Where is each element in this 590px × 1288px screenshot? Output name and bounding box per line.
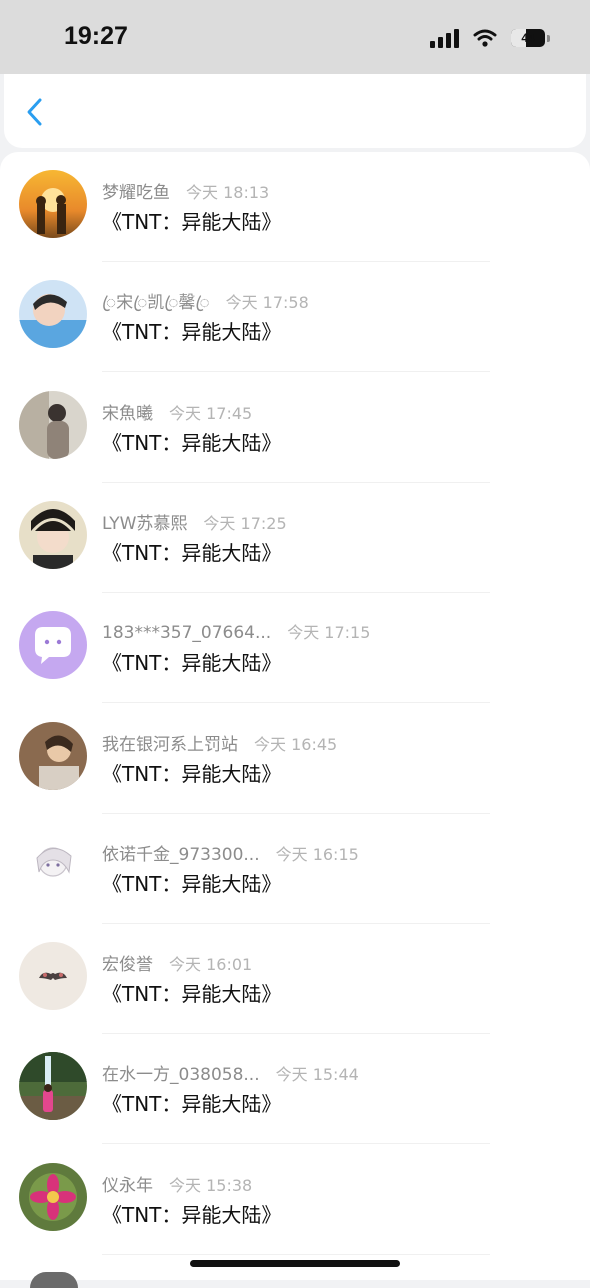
timestamp: 今天 17:58 <box>225 293 309 313</box>
user-name[interactable]: 仪永年 <box>102 1171 153 1196</box>
user-name[interactable]: LYW苏慕熙 <box>102 509 187 534</box>
list-item[interactable]: 我在银河系上罚站 今天 16:45 《TNT：异能大陆》 <box>0 704 590 814</box>
timestamp: 今天 17:45 <box>169 403 253 423</box>
timestamp: 今天 15:38 <box>169 1175 253 1195</box>
timestamp: 今天 15:44 <box>275 1065 359 1085</box>
item-meta: 宋魚曦 今天 17:45 <box>102 399 252 424</box>
message-text: 《TNT：异能大陆》 <box>102 982 282 1007</box>
avatar[interactable] <box>19 170 87 238</box>
user-name[interactable]: 在水一方_038058... <box>102 1060 260 1085</box>
timestamp: 今天 17:15 <box>287 623 371 643</box>
status-bar: 19:27 44 <box>0 0 590 74</box>
avatar[interactable] <box>19 942 87 1011</box>
avatar[interactable] <box>19 1052 87 1121</box>
item-meta: 宏俊誉 今天 16:01 <box>102 950 252 975</box>
item-meta: 我在银河系上罚站 今天 16:45 <box>102 730 337 755</box>
comment-list: 梦耀吃鱼 今天 18:13 《TNT：异能大陆》ꦿ宋ꦿ凯ꦿ馨ꦿ 今天 17:58 《TN… <box>0 152 590 1280</box>
message-text: 《TNT：异能大陆》 <box>102 540 282 565</box>
list-item[interactable]: 依诺千金_973300... 今天 16:15 《TNT：异能大陆》 <box>0 814 590 924</box>
wifi-icon <box>473 29 497 47</box>
list-item[interactable]: 在水一方_038058... 今天 15:44 《TNT：异能大陆》 <box>0 1034 590 1145</box>
battery-cap <box>547 34 550 42</box>
timestamp: 今天 16:45 <box>254 734 338 754</box>
avatar[interactable] <box>19 500 87 569</box>
divider <box>102 1253 490 1255</box>
timestamp: 今天 17:25 <box>203 513 287 533</box>
user-name[interactable]: 梦耀吃鱼 <box>102 178 170 203</box>
message-text: 《TNT：异能大陆》 <box>102 210 282 234</box>
avatar[interactable] <box>19 831 87 900</box>
message-text: 《TNT：异能大陆》 <box>102 651 282 676</box>
list-item[interactable]: 宋魚曦 今天 17:45 《TNT：异能大陆》 <box>0 373 590 483</box>
timestamp: 今天 16:15 <box>275 844 359 864</box>
list-item[interactable]: LYW苏慕熙 今天 17:25 《TNT：异能大陆》 <box>0 483 590 593</box>
message-text: 《TNT：异能大陆》 <box>102 320 282 345</box>
message-text: 《TNT：异能大陆》 <box>102 1092 282 1117</box>
battery-icon: 44 <box>511 29 545 47</box>
nav-bar <box>4 74 586 148</box>
item-meta: 梦耀吃鱼 今天 18:13 <box>102 178 269 203</box>
avatar[interactable] <box>19 280 87 349</box>
timestamp: 今天 16:01 <box>169 955 253 975</box>
avatar[interactable] <box>19 721 87 790</box>
avatar <box>30 1272 78 1288</box>
item-meta: 仪永年 今天 15:38 <box>102 1171 252 1196</box>
cellular-signal-icon <box>430 28 459 48</box>
item-meta: 在水一方_038058... 今天 15:44 <box>102 1060 359 1085</box>
message-text: 《TNT：异能大陆》 <box>102 871 282 896</box>
list-item[interactable]: 183***357_07664... 今天 17:15 《TNT：异能大陆》 <box>0 593 590 704</box>
avatar[interactable] <box>19 1162 87 1231</box>
home-indicator[interactable] <box>190 1260 400 1267</box>
message-text: 《TNT：异能大陆》 <box>102 761 282 786</box>
list-item[interactable]: 宏俊誉 今天 16:01 《TNT：异能大陆》 <box>0 924 590 1035</box>
battery-percent: 44 <box>521 31 535 45</box>
user-name[interactable]: 宏俊誉 <box>102 950 153 975</box>
item-meta: LYW苏慕熙 今天 17:25 <box>102 509 287 534</box>
list-item[interactable]: 仪永年 今天 15:38 《TNT：异能大陆》 <box>0 1145 590 1255</box>
avatar[interactable] <box>19 390 87 459</box>
status-icons: 44 <box>430 28 550 48</box>
user-name[interactable]: 依诺千金_973300... <box>102 840 260 865</box>
user-name[interactable]: 宋魚曦 <box>102 399 153 424</box>
item-meta: 183***357_07664... 今天 17:15 <box>102 619 370 643</box>
timestamp: 今天 18:13 <box>186 183 270 202</box>
back-button[interactable] <box>20 96 52 128</box>
avatar[interactable] <box>19 611 87 680</box>
list-item[interactable]: 梦耀吃鱼 今天 18:13 《TNT：异能大陆》 <box>0 152 590 262</box>
chevron-left-icon <box>27 98 42 126</box>
list-item[interactable]: ꦿ宋ꦿ凯ꦿ馨ꦿ 今天 17:58 《TNT：异能大陆》 <box>0 262 590 373</box>
status-time: 19:27 <box>64 22 128 50</box>
user-name[interactable]: 183***357_07664... <box>102 623 271 643</box>
user-name[interactable]: 我在银河系上罚站 <box>102 730 238 755</box>
message-text: 《TNT：异能大陆》 <box>102 430 282 455</box>
item-meta: 依诺千金_973300... 今天 16:15 <box>102 840 359 865</box>
message-text: 《TNT：异能大陆》 <box>102 1202 282 1227</box>
